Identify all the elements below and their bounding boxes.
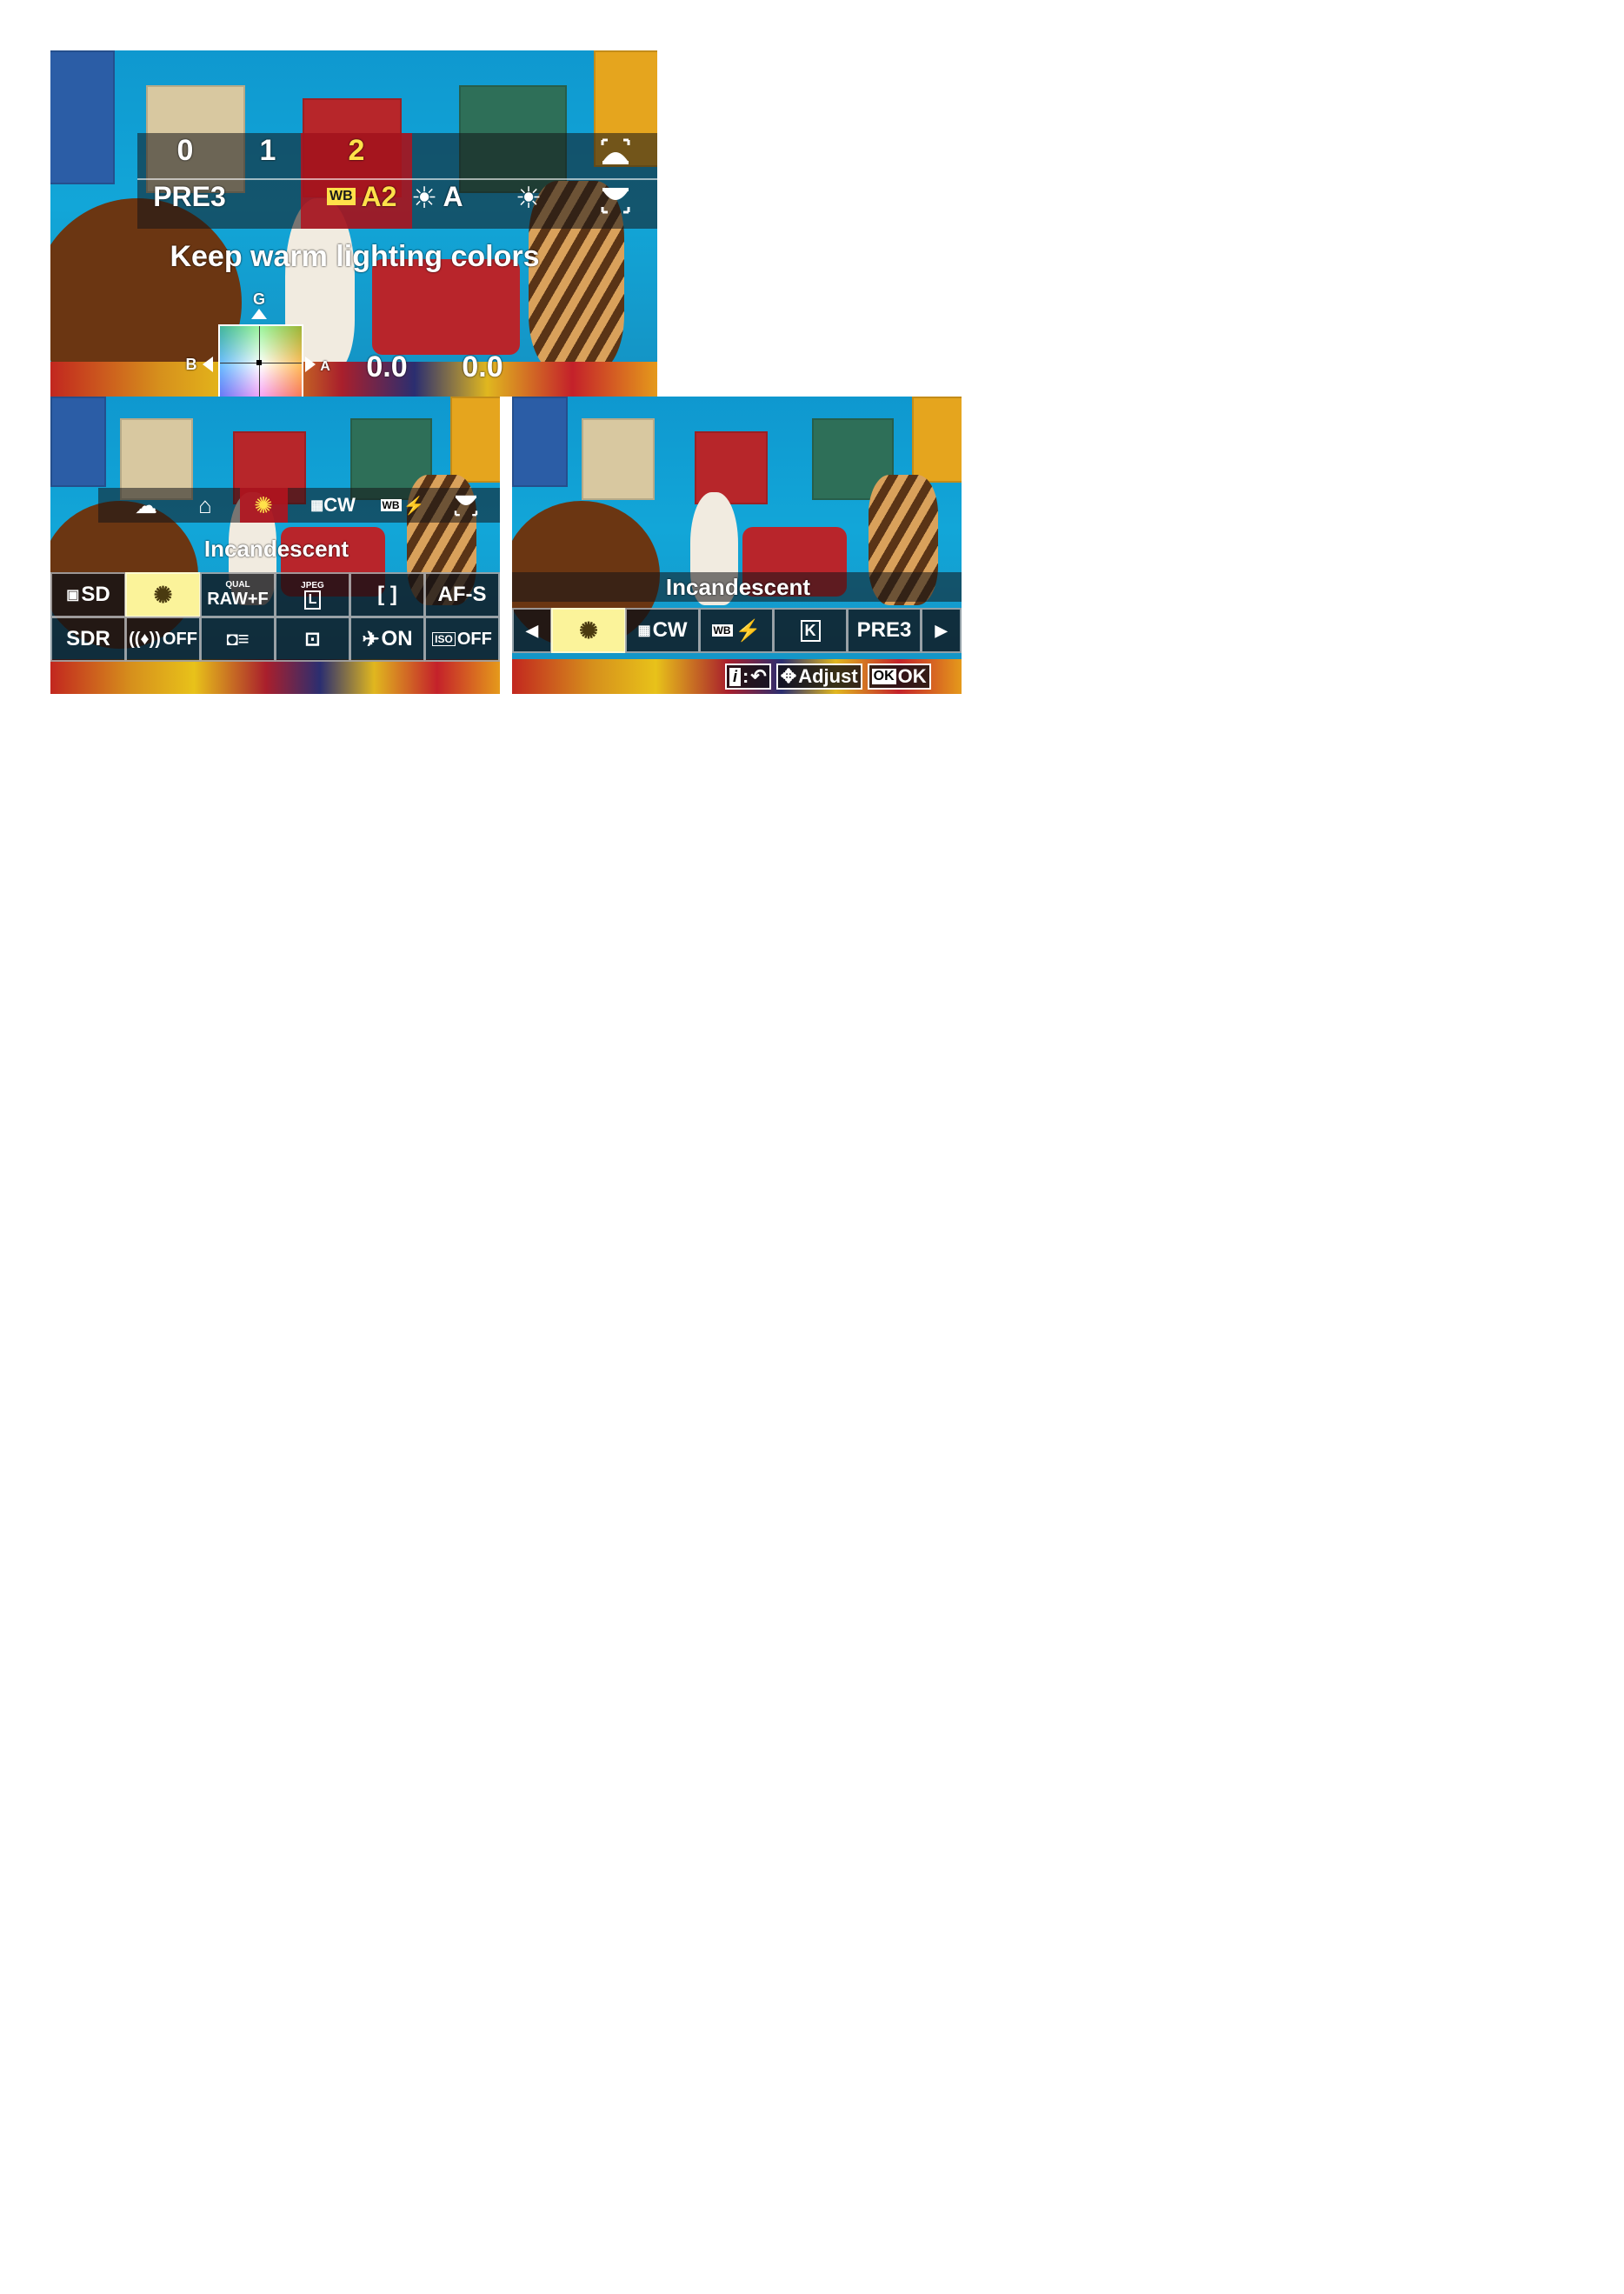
vibration-reduction-cell[interactable]: ((♦)) OFF xyxy=(125,617,201,662)
ok-badge: OK xyxy=(871,669,896,684)
vr-icon: ((♦)) xyxy=(129,629,161,649)
ab-value: 0.0 xyxy=(366,350,408,383)
camera-icon: ◘≡ xyxy=(226,628,250,650)
noise-reduction-cell[interactable]: ISO OFF xyxy=(424,617,500,662)
color-grid[interactable] xyxy=(218,324,303,397)
grid-right-marker xyxy=(305,357,316,372)
metering-icon: ⊡ xyxy=(304,628,321,650)
picture-control-cell[interactable]: ▣ SD xyxy=(50,572,126,617)
option-flash[interactable]: WB ⚡ xyxy=(699,608,774,653)
grid-top-label: G xyxy=(252,290,265,308)
flag xyxy=(450,397,500,483)
flag xyxy=(912,397,962,483)
back-icon: ↶ xyxy=(750,665,767,687)
option-fluorescent[interactable]: ▦ CW xyxy=(625,608,700,653)
bracket-down-icon[interactable] xyxy=(598,183,633,217)
incandescent-icon: ✺ xyxy=(579,617,598,644)
chevron-left-icon: ◀ xyxy=(526,621,538,639)
size-value: L xyxy=(303,590,322,610)
release-mode-cell[interactable]: ◘≡ xyxy=(200,617,276,662)
chevron-right-icon: ▶ xyxy=(935,621,948,639)
gm-value: 0.0 xyxy=(462,350,503,383)
nr-icon: ISO xyxy=(432,632,456,646)
flash-wb-badge: WB xyxy=(711,624,733,637)
af-area-cell[interactable]: [ ] xyxy=(349,572,425,617)
wb-fine-tune-screen: 0 1 2 PRE3 WB A2 ☀ A ☀ Keep warm lightin… xyxy=(50,50,657,397)
multi-selector-icon: ✥ xyxy=(780,665,797,687)
back-label: : xyxy=(742,665,749,687)
bracket-up-icon[interactable] xyxy=(598,135,633,170)
image-quality-cell[interactable]: QUAL RAW+F xyxy=(200,572,276,617)
wb-caption: Incandescent xyxy=(203,536,349,562)
white-balance-cell[interactable]: ✺ xyxy=(125,572,201,617)
option-kelvin[interactable]: K xyxy=(773,608,848,653)
wb-caption: Keep warm lighting colors xyxy=(170,240,540,273)
shade-icon[interactable]: ⌂ xyxy=(188,490,223,520)
wb-badge: WB xyxy=(327,188,356,205)
sun-auto-label[interactable]: A xyxy=(440,181,466,213)
column-1[interactable]: 1 xyxy=(242,134,294,168)
adjust-label: Adjust xyxy=(798,665,858,687)
column-0[interactable]: 0 xyxy=(159,134,211,168)
focus-mode-cell[interactable]: AF-S xyxy=(424,572,500,617)
wb-auto-value[interactable]: A2 xyxy=(353,181,405,213)
flash-wb-badge: WB xyxy=(380,499,402,511)
flash-icon: ⚡ xyxy=(735,618,762,643)
ok-label: OK xyxy=(897,665,927,687)
grid-left-label: B xyxy=(185,356,197,373)
option-preset[interactable]: PRE3 xyxy=(847,608,922,653)
grid-cursor xyxy=(256,360,262,365)
sun-icon: ☀ xyxy=(515,182,542,215)
flag xyxy=(512,397,568,487)
wb-caption: Incandescent xyxy=(665,574,811,600)
sun-icon: ☀ xyxy=(410,182,438,215)
wb-selector-screen: Incandescent ◀ ✺ ▦ CW WB ⚡ K PRE3 ▶ i : ↶ … xyxy=(512,397,962,694)
ok-button[interactable]: OK OK xyxy=(867,664,931,690)
kelvin-label: K xyxy=(800,619,821,642)
incandescent-icon: ✺ xyxy=(153,581,173,608)
quality-small-label: QUAL xyxy=(225,580,250,590)
airplane-mode-cell[interactable]: ✈ ON xyxy=(349,617,425,662)
quality-value: RAW+F xyxy=(207,590,269,609)
preset-label[interactable]: PRE3 xyxy=(137,181,242,213)
flag xyxy=(50,50,115,184)
size-small-label: JPEG xyxy=(301,580,324,590)
grid-right-label: A xyxy=(320,359,330,374)
picture-control-icon: ▣ xyxy=(66,588,80,603)
flag xyxy=(582,418,655,500)
image-size-cell[interactable]: JPEG L xyxy=(275,572,350,617)
info-button[interactable]: i : ↶ xyxy=(725,664,771,690)
rug xyxy=(50,659,500,694)
fluorescent-icon[interactable]: ▦ CW xyxy=(310,492,356,518)
tone-mode-cell[interactable]: SDR xyxy=(50,617,126,662)
prev-arrow-button[interactable]: ◀ xyxy=(512,608,552,653)
next-arrow-button[interactable]: ▶ xyxy=(921,608,962,653)
fluorescent-icon: ▦ xyxy=(637,624,651,638)
info-icon: i xyxy=(729,667,742,686)
column-2[interactable]: 2 xyxy=(330,134,383,168)
grid-top-marker xyxy=(251,309,267,319)
option-incandescent[interactable]: ✺ xyxy=(551,608,626,653)
flash-icon[interactable]: WB ⚡ xyxy=(380,492,424,518)
adjust-button[interactable]: ✥ Adjust xyxy=(775,664,862,690)
incandescent-icon[interactable]: ✺ xyxy=(246,490,281,520)
airplane-icon: ✈ xyxy=(362,627,380,651)
band-divider xyxy=(137,178,657,180)
bracket-down-icon[interactable] xyxy=(452,491,480,519)
fluorescent-label: CW xyxy=(323,494,356,516)
cloud-icon[interactable]: ☁ xyxy=(129,490,163,520)
rug xyxy=(50,362,657,397)
grid-left-marker xyxy=(203,357,213,372)
metering-cell[interactable]: ⊡ xyxy=(275,617,350,662)
i-menu-screen: ☁ ⌂ ✺ ▦ CW WB ⚡ Incandescent ▣ SD ✺ QUAL RA… xyxy=(50,397,500,694)
af-area-icon: [ ] xyxy=(377,583,397,606)
footer-help: i : ↶ ✥ Adjust OK OK xyxy=(725,662,962,691)
flag xyxy=(50,397,106,487)
